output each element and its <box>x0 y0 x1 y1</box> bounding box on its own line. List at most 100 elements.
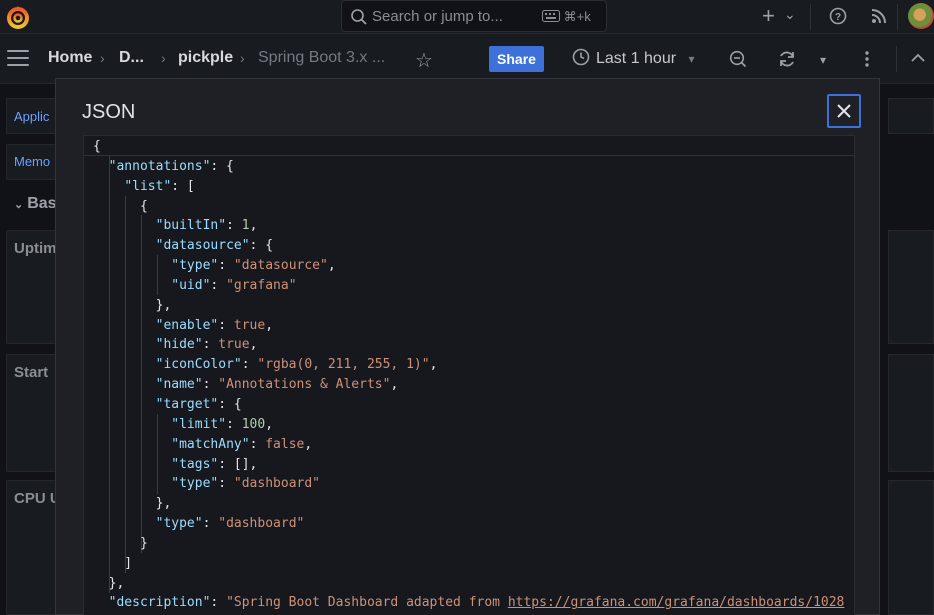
json-punctuation: : <box>210 595 227 611</box>
json-punctuation: , <box>390 377 399 393</box>
variable-label[interactable]: Memo <box>14 154 50 169</box>
search-input[interactable]: Search or jump to... ⌘+k <box>341 0 607 32</box>
panel-title: Uptim <box>14 240 57 257</box>
json-value: true <box>218 337 250 353</box>
json-punctuation: : <box>218 258 234 274</box>
breadcrumb-home[interactable]: Home <box>48 49 92 67</box>
code-line: "list": [ <box>93 177 844 197</box>
star-icon[interactable]: ☆ <box>415 48 433 73</box>
help-icon[interactable]: ? <box>829 7 847 25</box>
code-line: "description": "Spring Boot Dashboard ad… <box>93 593 845 613</box>
json-punctuation <box>93 357 156 372</box>
json-value: "datasource" <box>233 258 328 274</box>
json-punctuation: , <box>304 436 313 452</box>
json-punctuation: , <box>249 218 258 234</box>
json-punctuation: : <box>210 277 227 293</box>
json-punctuation: , <box>265 416 274 432</box>
json-punctuation: : <box>226 416 242 432</box>
code-line: "matchAny": false, <box>93 435 844 455</box>
json-punctuation: : <box>218 476 234 492</box>
json-value: true <box>233 317 266 333</box>
rss-news-icon[interactable] <box>871 8 887 24</box>
divider <box>810 4 811 30</box>
json-punctuation <box>93 397 156 412</box>
json-punctuation <box>93 457 171 472</box>
code-line: "limit": 100, <box>93 415 844 435</box>
json-punctuation <box>93 516 156 531</box>
json-punctuation <box>93 476 171 491</box>
panel <box>888 480 934 615</box>
json-key: "list" <box>124 178 172 194</box>
chevron-down-icon[interactable]: ⌄ <box>784 3 796 25</box>
json-punctuation: { <box>93 139 101 154</box>
json-key: "target" <box>155 396 219 412</box>
chevron-down-icon: ⌄ <box>14 199 24 211</box>
code-line: }, <box>93 296 844 316</box>
dashboard-nav-bar: Home › D... › pickple › Spring Boot 3.x … <box>0 34 934 84</box>
json-punctuation: , <box>249 337 258 353</box>
chevron-up-icon[interactable] <box>910 53 926 63</box>
json-punctuation: : <box>226 218 242 234</box>
json-punctuation <box>93 179 124 194</box>
code-line: "name": "Annotations & Alerts", <box>93 375 844 395</box>
json-value: "dashboard" <box>233 476 320 492</box>
code-line: } <box>93 534 844 554</box>
json-code-editor[interactable]: { "annotations": { "list": [ { "builtIn"… <box>83 135 855 615</box>
share-button[interactable]: Share <box>489 46 544 72</box>
json-punctuation <box>93 278 171 293</box>
code-line: "uid": "grafana" <box>93 276 844 296</box>
search-placeholder: Search or jump to... <box>372 8 503 25</box>
divider <box>896 46 897 72</box>
chevron-down-icon[interactable]: ▾ <box>820 50 826 70</box>
variable-label[interactable]: Applic <box>14 109 49 124</box>
modal-title: JSON <box>82 101 136 123</box>
json-key: "name" <box>155 377 203 393</box>
json-punctuation: : <box>241 357 258 373</box>
json-punctuation <box>93 437 171 452</box>
json-key: "builtIn" <box>155 218 227 234</box>
top-bar: Search or jump to... ⌘+k + ⌄ ? <box>0 0 934 34</box>
more-vertical-icon[interactable] <box>864 50 870 68</box>
time-range-picker[interactable]: Last 1 hour ▾ <box>572 48 695 68</box>
json-value: "dashboard" <box>218 516 305 532</box>
json-punctuation: : <box>202 337 219 353</box>
chevron-right-icon: › <box>240 50 245 66</box>
code-line: "tags": [], <box>93 455 844 475</box>
row-title[interactable]: ⌄ Bas <box>14 195 57 213</box>
user-avatar[interactable] <box>908 3 934 29</box>
json-value[interactable]: https://grafana.com/grafana/dashboards/1… <box>508 595 845 610</box>
breadcrumb-dashboard-title: Spring Boot 3.x ... <box>258 49 386 66</box>
json-punctuation: : <box>218 317 234 333</box>
zoom-out-icon[interactable] <box>729 50 747 68</box>
json-punctuation: }, <box>93 575 125 591</box>
panel <box>888 230 934 344</box>
code-line: { <box>93 137 844 157</box>
code-line: "annotations": { <box>93 157 844 177</box>
search-icon <box>351 9 367 25</box>
json-key: "datasource" <box>155 238 250 254</box>
chevron-right-icon: › <box>100 50 105 66</box>
json-value: false <box>265 436 305 452</box>
json-value: "Spring Boot Dashboard adapted from <box>226 595 508 611</box>
json-key: "annotations" <box>108 158 211 174</box>
keyboard-icon <box>542 10 560 22</box>
panel <box>888 98 934 134</box>
menu-icon[interactable] <box>7 50 29 66</box>
json-punctuation: { <box>93 198 148 214</box>
json-key: "limit" <box>171 416 227 432</box>
json-punctuation <box>93 218 156 233</box>
grafana-logo-icon[interactable] <box>5 4 31 30</box>
breadcrumb-dashboards[interactable]: D... <box>119 49 144 67</box>
json-punctuation: , <box>327 258 336 274</box>
code-line: "builtIn": 1, <box>93 216 844 236</box>
json-punctuation: : [ <box>171 178 195 194</box>
refresh-icon[interactable] <box>777 49 797 69</box>
shortcut-label: ⌘+k <box>563 9 591 24</box>
breadcrumb-folder[interactable]: pickple <box>178 49 233 67</box>
close-button[interactable] <box>827 94 861 128</box>
json-punctuation: , <box>265 317 274 333</box>
code-line: "target": { <box>93 395 844 415</box>
json-punctuation: ] <box>93 555 133 571</box>
json-punctuation: : [], <box>218 456 258 472</box>
add-icon[interactable]: + <box>762 5 775 27</box>
